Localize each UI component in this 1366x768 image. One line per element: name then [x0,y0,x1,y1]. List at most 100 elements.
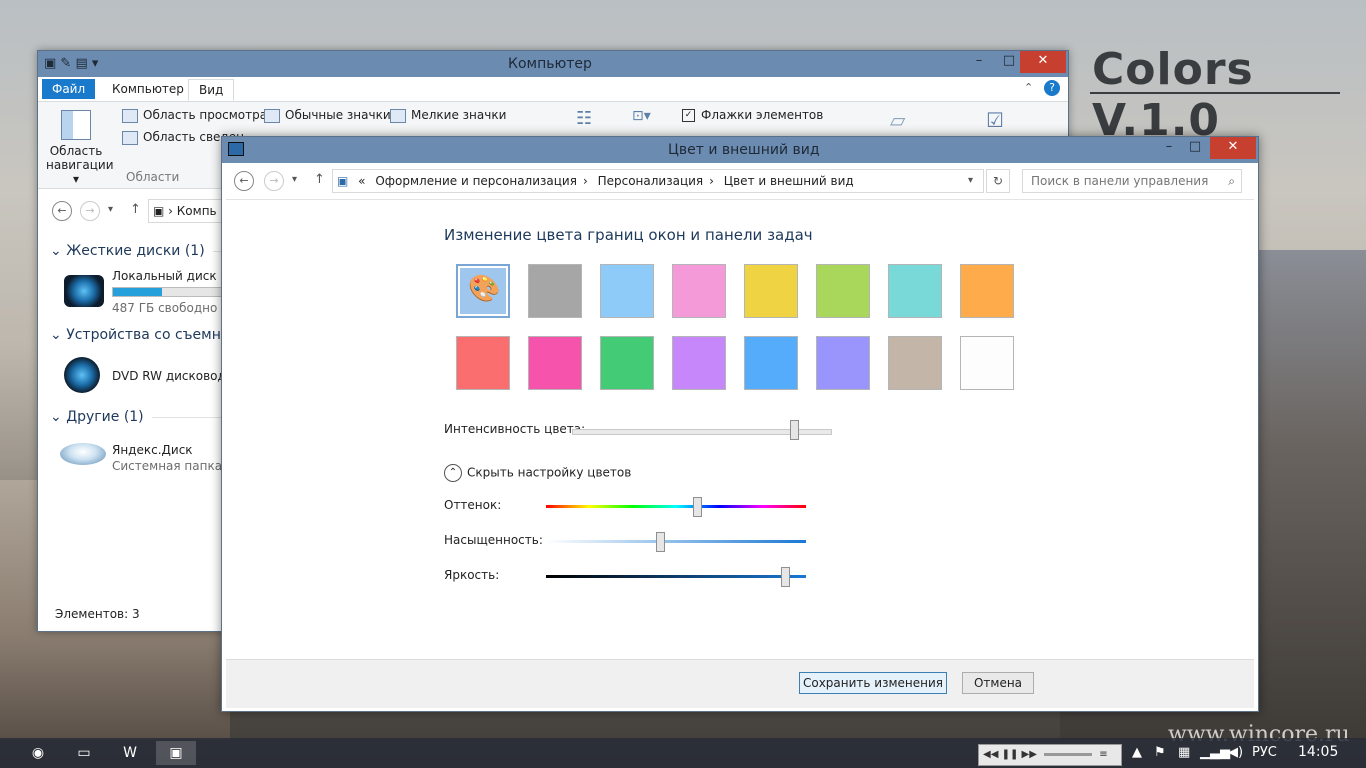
color-swatch-sky[interactable] [600,264,654,318]
chrome-icon[interactable]: ◉ [18,741,58,765]
color-swatch-custom[interactable]: 🎨 [456,264,510,318]
hue-label: Оттенок: [444,498,502,512]
color-swatch-teal[interactable] [888,264,942,318]
control-panel-icon[interactable]: ▣ [156,741,196,765]
local-disk-icon [64,275,104,307]
intensity-label: Интенсивность цвета: [444,422,586,436]
options-icon[interactable]: ☑ [986,108,1004,132]
brightness-slider-thumb[interactable] [781,567,791,587]
save-changes-button[interactable]: Сохранить изменения [799,672,947,694]
up-icon[interactable]: ↑ [130,202,141,217]
color-swatch-violet[interactable] [672,336,726,390]
word-icon[interactable]: W [110,741,150,765]
color-swatch-pink[interactable] [672,264,726,318]
cp-recent-chevron-icon[interactable]: ▾ [292,174,297,185]
search-icon[interactable]: ⌕ [1228,170,1235,192]
cp-forward-icon[interactable]: → [264,171,284,191]
sort-icon[interactable]: ⊡▾ [632,108,651,124]
search-input[interactable] [1029,173,1213,189]
forward-icon[interactable]: → [80,201,100,221]
yandex-disk-item[interactable]: Яндекс.Диск Системная папка [112,443,222,473]
clock[interactable]: 14:05 [1298,744,1338,760]
group-removable[interactable]: ⌄ Устройства со съемны [50,327,232,343]
brightness-label: Яркость: [444,568,500,582]
tray-expand-icon[interactable]: ▲ [1132,745,1142,760]
preview-pane-button[interactable]: Область просмотра [122,108,267,123]
color-swatch-periwinkle[interactable] [816,336,870,390]
small-icons-option[interactable]: Мелкие значки [390,108,506,123]
quick-access-toolbar-icon[interactable]: ▣ ✎ ▤ ▾ [44,56,98,71]
media-menu-icon[interactable]: ≡ [1099,749,1107,760]
minimize-icon[interactable]: – [964,51,994,73]
color-swatch-red[interactable] [456,336,510,390]
breadcrumb-item-color[interactable]: Цвет и внешний вид [724,174,854,188]
volume-icon[interactable]: ◀) [1228,745,1243,760]
refresh-icon[interactable]: ↻ [986,169,1010,193]
toggle-color-mixer[interactable]: ⌃ Скрыть настройку цветов [444,464,631,482]
breadcrumb-dropdown-icon[interactable]: ▾ [968,170,973,192]
normal-icons-icon [264,108,280,123]
explorer-address-bar[interactable]: ▣ › Компь [148,199,230,223]
forward-icon-media[interactable]: ▶▶ [1022,749,1037,760]
breadcrumb-separator-icon: › [709,174,714,188]
cp-titlebar[interactable]: Цвет и внешний вид – □ ✕ [222,137,1258,163]
tab-view[interactable]: Вид [188,79,235,101]
explorer-titlebar[interactable]: ▣ ✎ ▤ ▾ Компьютер – □ ✕ [38,51,1068,77]
cp-up-icon[interactable]: ↑ [314,172,325,187]
file-explorer-icon[interactable]: ▭ [64,741,104,765]
color-swatch-blue[interactable] [744,336,798,390]
color-swatch-green[interactable] [816,264,870,318]
media-seek-track[interactable] [1044,752,1093,756]
color-swatch-emerald[interactable] [600,336,654,390]
saturation-slider-track[interactable] [546,540,806,543]
item-checkboxes-option[interactable]: ✓ Флажки элементов [682,108,823,122]
local-disk-name: Локальный диск (C: [112,269,238,283]
saturation-slider-thumb[interactable] [656,532,666,552]
nav-pane-button[interactable]: Область навигации ▾ [46,110,114,186]
hide-selected-icon[interactable]: ▱ [890,108,905,132]
back-icon[interactable]: ← [52,201,72,221]
cp-back-icon[interactable]: ← [234,171,254,191]
normal-icons-option[interactable]: Обычные значки [264,108,391,123]
color-swatch-white[interactable] [960,336,1014,390]
rewind-icon[interactable]: ◀◀ [983,749,998,760]
breadcrumb[interactable]: ▣ « Оформление и персонализация › Персона… [332,169,984,193]
breadcrumb-prefix[interactable]: « [358,174,365,188]
cancel-button[interactable]: Отмена [962,672,1034,694]
breadcrumb-item-personalization[interactable]: Персонализация [598,174,704,188]
recent-chevron-icon[interactable]: ▾ [108,204,113,215]
local-disk-free: 487 ГБ свободно из [112,301,236,315]
intensity-slider-thumb[interactable] [789,420,799,440]
close-icon[interactable]: ✕ [1020,51,1066,73]
brand-underline [1090,92,1340,94]
hue-slider-track[interactable] [546,505,806,508]
color-swatch-gray[interactable] [528,264,582,318]
color-swatch-yellow[interactable] [744,264,798,318]
cp-search[interactable]: ⌕ [1022,169,1242,193]
small-icons-icon [390,108,406,123]
ribbon-collapse-icon[interactable]: ⌃ [1024,81,1033,94]
tab-file[interactable]: Файл [42,79,96,99]
language-indicator[interactable]: РУС [1252,745,1277,760]
signal-icon[interactable]: ▁▃▅ [1200,745,1230,760]
color-swatch-taupe[interactable] [888,336,942,390]
cp-maximize-icon[interactable]: □ [1180,137,1210,159]
yandex-disk-name: Яндекс.Диск [112,443,193,457]
ribbon-group-label: Области [126,170,180,184]
hue-slider-thumb[interactable] [692,497,702,517]
preview-pane-icon [122,108,138,123]
pause-icon[interactable]: ❚❚ [1002,749,1019,760]
tab-computer[interactable]: Компьютер [102,79,194,99]
local-disk-item[interactable]: Локальный диск (C: [112,269,238,283]
brightness-slider-track[interactable] [546,575,806,578]
cp-close-icon[interactable]: ✕ [1210,137,1256,159]
layout-icon[interactable]: ☷ [576,108,592,129]
brand-title: Colors V.1.0 [1092,44,1254,146]
action-center-icon[interactable]: ⚑ [1154,745,1166,760]
network-icon[interactable]: ▦ [1178,745,1190,760]
color-swatch-orange[interactable] [960,264,1014,318]
help-icon[interactable]: ? [1044,80,1060,96]
breadcrumb-item-appearance[interactable]: Оформление и персонализация [375,174,577,188]
group-hard-drives-label: Жесткие диски (1) [66,243,205,259]
color-swatch-magenta[interactable] [528,336,582,390]
